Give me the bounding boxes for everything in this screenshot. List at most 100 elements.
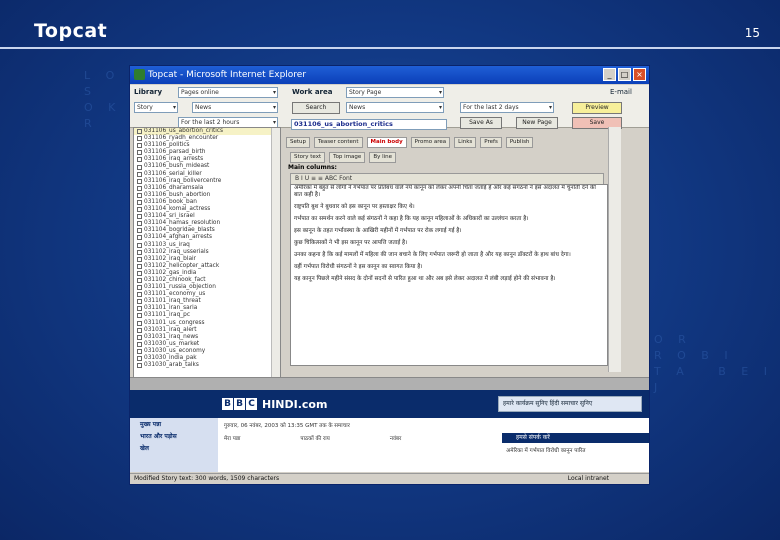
story-editor[interactable]: अमेरिका में बहुत से लोगों ने गर्भपात पर … [290,184,608,366]
section-select[interactable]: News [192,102,278,113]
checkbox-icon[interactable] [137,299,142,305]
checkbox-icon[interactable] [137,320,142,326]
bbc-link[interactable]: नवंबर [390,434,402,442]
work-section-select[interactable]: News [346,102,444,113]
bbc-nav-item[interactable]: मुख्य पन्ना [130,418,218,430]
tab-main-body[interactable]: Main body [366,137,407,148]
checkbox-icon[interactable] [137,313,142,319]
minimize-icon[interactable]: _ [603,68,616,81]
bbc-link[interactable]: पाठकों की राय [300,434,329,442]
story-list-item[interactable]: 031106_us_abortion_critics [134,128,280,136]
story-list-item[interactable]: 031106_bush_abortion [134,192,280,199]
checkbox-icon[interactable] [137,129,142,135]
checkbox-icon[interactable] [137,171,142,177]
checkbox-icon[interactable] [137,207,142,213]
story-list-item[interactable]: 031102_chinook_fact [134,277,280,284]
checkbox-icon[interactable] [137,306,142,312]
format-buttons[interactable]: B I U ≡ ≡ ABC Font [291,175,352,182]
checkbox-icon[interactable] [137,292,142,298]
story-list-item[interactable]: 031104_komal_actress [134,206,280,213]
checkbox-icon[interactable] [137,327,142,333]
checkbox-icon[interactable] [137,270,142,276]
story-list-item[interactable]: 031102_iraq_usserials [134,249,280,256]
story-list-item[interactable]: 031106_iraq_arrests [134,156,280,163]
checkbox-icon[interactable] [137,278,142,284]
new-page-button[interactable]: New Page [516,117,558,129]
work-area-select[interactable]: Story Page [346,87,444,98]
story-list-item[interactable]: 031104_afghan_arrests [134,234,280,241]
story-list-item[interactable]: 031101_russia_objection [134,284,280,291]
checkbox-icon[interactable] [137,185,142,191]
checkbox-icon[interactable] [137,263,142,269]
close-icon[interactable]: × [633,68,646,81]
tab-by-line[interactable]: By line [369,152,397,163]
story-list-item[interactable]: 031106_serial_killer [134,171,280,178]
story-list-item[interactable]: 031102_iraq_blair [134,256,280,263]
checkbox-icon[interactable] [137,235,142,241]
story-list-item[interactable]: 031106_iraq_bolivercentre [134,178,280,185]
page-scrollbar[interactable] [608,127,621,372]
story-list-item[interactable]: 031101_iran_saria [134,305,280,312]
checkbox-icon[interactable] [137,143,142,149]
story-list-item[interactable]: 031106_politics [134,142,280,149]
tab-top-image[interactable]: Top image [329,152,366,163]
work-time-select[interactable]: For the last 2 days [460,102,554,113]
story-list-item[interactable]: 031101_economy_us [134,291,280,298]
checkbox-icon[interactable] [137,164,142,170]
story-list-item[interactable]: 031031_iraq_alert [134,327,280,334]
bbc-nav-item[interactable]: खेल [130,442,218,454]
library-select[interactable]: Pages online [178,87,278,98]
story-list-item[interactable]: 031101_us_congress [134,320,280,327]
checkbox-icon[interactable] [137,249,142,255]
bbc-nav-item[interactable]: भारत और पड़ोस [130,430,218,442]
tab-promo-area[interactable]: Promo area [410,137,451,148]
story-list-item[interactable]: 031030_arab_talks [134,362,280,369]
checkbox-icon[interactable] [137,228,142,234]
story-list-item[interactable]: 031101_iraq_pc [134,312,280,319]
bbc-link[interactable]: मेरा पन्ना [224,434,240,442]
story-list-item[interactable]: 031104_bogridae_blasts [134,227,280,234]
story-list-item[interactable]: 031104_hamas_resolution [134,220,280,227]
checkbox-icon[interactable] [137,285,142,291]
type-select[interactable]: Story [134,102,178,113]
tab-teaser-content[interactable]: Teaser content [314,137,363,148]
checkbox-icon[interactable] [137,221,142,227]
checkbox-icon[interactable] [137,178,142,184]
story-list-item[interactable]: 031030_us_economy [134,348,280,355]
checkbox-icon[interactable] [137,363,142,369]
checkbox-icon[interactable] [137,334,142,340]
save-as-button[interactable]: Save As [460,117,502,129]
checkbox-icon[interactable] [137,348,142,354]
story-filename[interactable]: 031106_us_abortion_critics [291,119,447,130]
checkbox-icon[interactable] [137,157,142,163]
checkbox-icon[interactable] [137,256,142,262]
tab-prefs[interactable]: Prefs [480,137,502,148]
tab-story-text[interactable]: Story text [290,152,326,163]
tab-links[interactable]: Links [454,137,477,148]
story-list-item[interactable]: 031106_bush_mideast [134,163,280,170]
bbc-listen-link[interactable]: हमारे कार्यक्रम सुनिए हिंदी समाचार सुनिए [498,396,642,412]
story-list-item[interactable]: 031031_iraq_news [134,334,280,341]
story-list-item[interactable]: 031106_book_ban [134,199,280,206]
checkbox-icon[interactable] [137,214,142,220]
story-list-item[interactable]: 031106_parsad_birth [134,149,280,156]
checkbox-icon[interactable] [137,242,142,248]
story-list-item[interactable]: 031106_dharamsala [134,185,280,192]
bbc-side-line[interactable]: अमेरिका में गर्भपात विरोधी कानून पारित [502,446,648,454]
story-list-item[interactable]: 031030_india_pak [134,355,280,362]
story-list-item[interactable]: 031102_helicopter_attack [134,263,280,270]
search-button[interactable]: Search [292,102,340,114]
story-list-scrollbar[interactable] [271,128,280,378]
checkbox-icon[interactable] [137,192,142,198]
story-list-item[interactable]: 031030_us_market [134,341,280,348]
checkbox-icon[interactable] [137,136,142,142]
tab-publish[interactable]: Publish [505,137,534,148]
story-list-item[interactable]: 031102_gas_india [134,270,280,277]
checkbox-icon[interactable] [137,356,142,362]
email-link[interactable]: E-mail [610,88,632,96]
window-titlebar[interactable]: Topcat - Microsoft Internet Explorer _ □… [130,66,649,84]
checkbox-icon[interactable] [137,199,142,205]
maximize-icon[interactable]: □ [618,68,631,81]
story-list-item[interactable]: 031103_us_iraq [134,242,280,249]
checkbox-icon[interactable] [137,150,142,156]
